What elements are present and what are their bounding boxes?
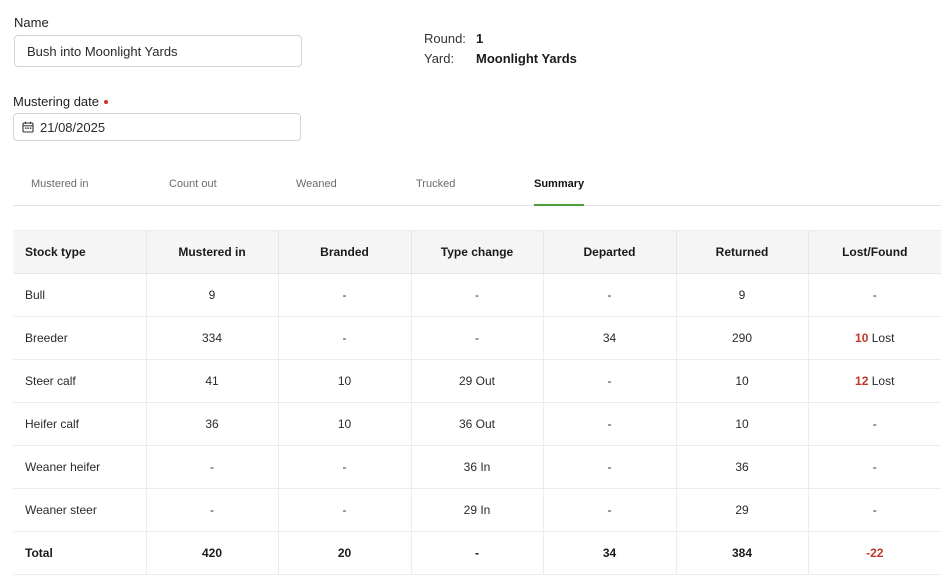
cell-stock-type: Weaner heifer bbox=[13, 445, 147, 489]
round-label: Round: bbox=[424, 30, 466, 46]
mustering-date-label: Mustering date bbox=[13, 94, 108, 109]
round-row: Round: 1 bbox=[424, 28, 577, 48]
cell-lost-found: - bbox=[807, 488, 941, 532]
cell-departed: 34 bbox=[542, 316, 677, 360]
yard-row: Yard: Moonlight Yards bbox=[424, 48, 577, 68]
cell-returned: 29 bbox=[675, 488, 809, 532]
table-row: Weaner steer - - 29 In - 29 - bbox=[13, 488, 941, 532]
summary-table: Stock type Mustered in Branded Type chan… bbox=[13, 230, 941, 575]
cell-stock-type: Bull bbox=[13, 273, 147, 317]
cell-type-change: 29 Out bbox=[410, 359, 544, 403]
cell-mustered-in: 9 bbox=[145, 273, 279, 317]
yard-value: Moonlight Yards bbox=[476, 50, 577, 66]
yard-label: Yard: bbox=[424, 50, 455, 66]
cell-branded: - bbox=[277, 316, 412, 360]
cell-lost-found: 10 Lost bbox=[807, 316, 941, 360]
lost-found-text: - bbox=[872, 288, 877, 302]
cell-mustered-in: - bbox=[145, 445, 279, 489]
cell-returned: 290 bbox=[675, 316, 809, 360]
cell-type-change: 36 In bbox=[410, 445, 544, 489]
cell-type-change: 29 In bbox=[410, 488, 544, 532]
tab-trucked[interactable]: Trucked bbox=[416, 168, 455, 206]
cell-stock-type: Weaner steer bbox=[13, 488, 147, 532]
lost-found-text: - bbox=[872, 503, 877, 517]
cell-branded: - bbox=[277, 273, 412, 317]
name-label: Name bbox=[14, 15, 49, 30]
cell-returned: 10 bbox=[675, 359, 809, 403]
header-branded: Branded bbox=[277, 230, 412, 274]
name-input-value: Bush into Moonlight Yards bbox=[27, 43, 178, 59]
cell-returned: 9 bbox=[675, 273, 809, 317]
cell-mustered-in: - bbox=[145, 488, 279, 532]
table-row: Bull 9 - - - 9 - bbox=[13, 273, 941, 317]
total-branded: 20 bbox=[277, 531, 412, 575]
cell-departed: - bbox=[542, 488, 677, 532]
cell-stock-type: Heifer calf bbox=[13, 402, 147, 446]
cell-mustered-in: 36 bbox=[145, 402, 279, 446]
total-returned: 384 bbox=[675, 531, 809, 575]
header-type-change: Type change bbox=[410, 230, 544, 274]
cell-lost-found: 12 Lost bbox=[807, 359, 941, 403]
round-value: 1 bbox=[476, 30, 484, 46]
mustering-date-value: 21/08/2025 bbox=[40, 119, 106, 135]
header-lost-found: Lost/Found bbox=[807, 230, 941, 274]
total-label: Total bbox=[13, 531, 147, 575]
header-mustered-in: Mustered in bbox=[145, 230, 279, 274]
tab-count-out[interactable]: Count out bbox=[169, 168, 217, 206]
table-row: Breeder 334 - - 34 290 10 Lost bbox=[13, 316, 941, 360]
cell-lost-found: - bbox=[807, 402, 941, 446]
cell-returned: 36 bbox=[675, 445, 809, 489]
total-mustered-in: 420 bbox=[145, 531, 279, 575]
total-lost-found: -22 bbox=[807, 531, 941, 575]
lost-found-text: - bbox=[872, 417, 877, 431]
muster-tabs: Mustered in Count out Weaned Trucked Sum… bbox=[13, 168, 941, 206]
lost-found-text: - bbox=[872, 460, 877, 474]
cell-type-change: - bbox=[410, 273, 544, 317]
tab-weaned[interactable]: Weaned bbox=[296, 168, 337, 206]
total-departed: 34 bbox=[542, 531, 677, 575]
muster-info: Round: 1 Yard: Moonlight Yards bbox=[424, 28, 577, 68]
lost-found-text: Lost bbox=[871, 374, 895, 388]
cell-branded: - bbox=[277, 445, 412, 489]
total-type-change: - bbox=[410, 531, 544, 575]
cell-type-change: - bbox=[410, 316, 544, 360]
table-row: Steer calf 41 10 29 Out - 10 12 Lost bbox=[13, 359, 941, 403]
cell-branded: 10 bbox=[277, 402, 412, 446]
cell-mustered-in: 334 bbox=[145, 316, 279, 360]
cell-branded: 10 bbox=[277, 359, 412, 403]
lost-count: 10 bbox=[855, 331, 869, 345]
cell-departed: - bbox=[542, 359, 677, 403]
lost-found-text: Lost bbox=[871, 331, 895, 345]
cell-branded: - bbox=[277, 488, 412, 532]
lost-count: 12 bbox=[855, 374, 869, 388]
total-lost-found-value: -22 bbox=[866, 546, 884, 560]
cell-mustered-in: 41 bbox=[145, 359, 279, 403]
cell-departed: - bbox=[542, 445, 677, 489]
header-stock-type: Stock type bbox=[13, 230, 147, 274]
name-input[interactable]: Bush into Moonlight Yards bbox=[14, 35, 302, 67]
header-departed: Departed bbox=[542, 230, 677, 274]
tab-summary[interactable]: Summary bbox=[534, 168, 585, 206]
table-row: Heifer calf 36 10 36 Out - 10 - bbox=[13, 402, 941, 446]
header-returned: Returned bbox=[675, 230, 809, 274]
required-indicator bbox=[104, 99, 108, 104]
cell-departed: - bbox=[542, 273, 677, 317]
cell-type-change: 36 Out bbox=[410, 402, 544, 446]
table-total-row: Total 420 20 - 34 384 -22 bbox=[13, 531, 941, 575]
mustering-date-input[interactable]: 21/08/2025 bbox=[13, 113, 301, 141]
cell-returned: 10 bbox=[675, 402, 809, 446]
cell-stock-type: Breeder bbox=[13, 316, 147, 360]
table-header-row: Stock type Mustered in Branded Type chan… bbox=[13, 230, 941, 274]
table-row: Weaner heifer - - 36 In - 36 - bbox=[13, 445, 941, 489]
cell-lost-found: - bbox=[807, 445, 941, 489]
tab-mustered-in[interactable]: Mustered in bbox=[31, 168, 88, 206]
calendar-icon bbox=[22, 121, 34, 133]
cell-departed: - bbox=[542, 402, 677, 446]
cell-stock-type: Steer calf bbox=[13, 359, 147, 403]
cell-lost-found: - bbox=[807, 273, 941, 317]
